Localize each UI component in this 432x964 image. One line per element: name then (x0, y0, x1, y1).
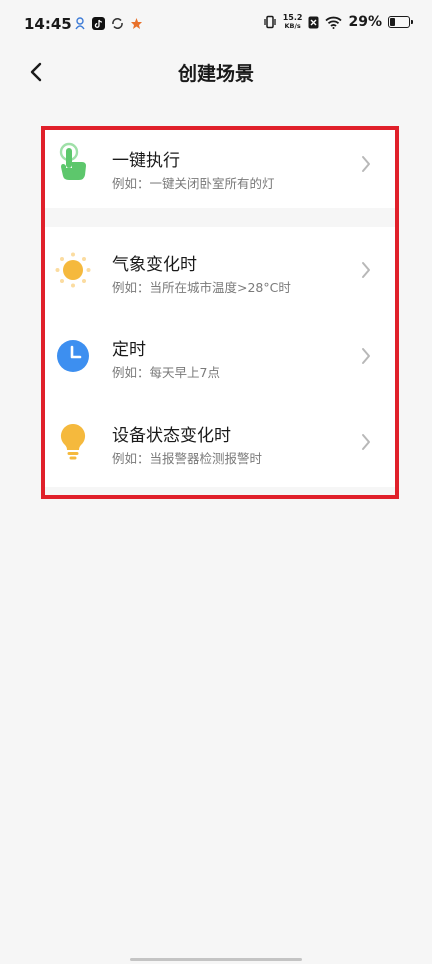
battery-icon (388, 16, 413, 28)
home-indicator[interactable] (130, 958, 302, 961)
status-bar: 14:45 15.2 KB/s 29% (0, 0, 432, 52)
net-speed-unit: KB/s (284, 22, 301, 30)
net-speed-value: 15.2 (282, 13, 303, 22)
status-system-icons: 15.2 KB/s 29% (263, 13, 413, 31)
sync-icon (111, 17, 124, 30)
status-time: 14:45 (24, 15, 72, 33)
app-icon (130, 17, 143, 30)
page-title: 创建场景 (177, 63, 254, 85)
wifi-icon (325, 16, 343, 29)
vibrate-icon (263, 15, 277, 29)
header: 创建场景 (0, 52, 432, 92)
status-notification-icons (73, 17, 143, 30)
tiktok-icon (92, 17, 105, 30)
no-sim-icon (308, 16, 319, 29)
notification-icon (73, 17, 86, 30)
highlight-frame (41, 126, 399, 499)
battery-percent: 29% (348, 14, 382, 30)
create-scene-page: 14:45 15.2 KB/s 29% 创建场景 一键执行 例如：一键关闭卧室所… (0, 0, 432, 964)
network-speed: 15.2 KB/s (282, 13, 303, 31)
battery-level (390, 18, 396, 26)
